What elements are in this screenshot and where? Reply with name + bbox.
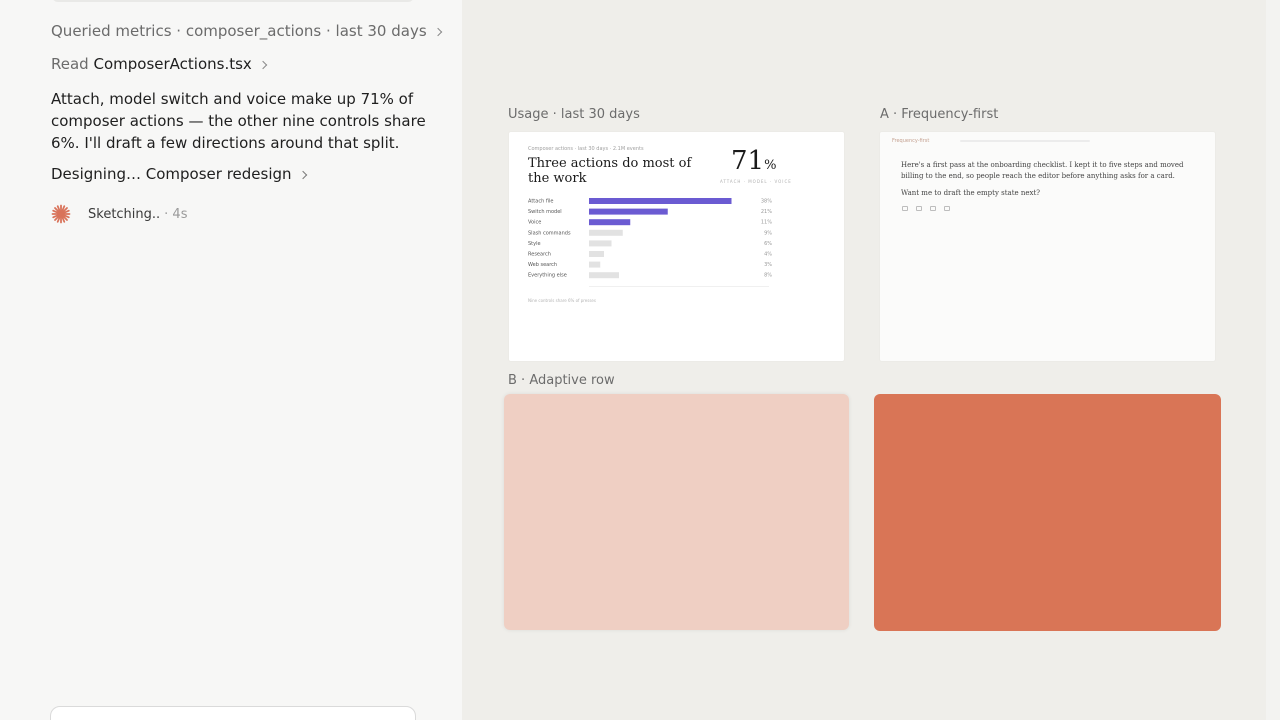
message-actions [902, 206, 950, 211]
chevron-right-icon [298, 170, 307, 179]
sketching-time: · 4s [164, 206, 188, 222]
designing-step[interactable]: Designing… Composer redesign [51, 165, 307, 183]
adaptive-card-light[interactable] [504, 394, 849, 630]
adaptive-card-dark[interactable] [874, 394, 1221, 631]
thumbs-down-icon[interactable] [930, 206, 936, 211]
spark-icon [51, 204, 71, 224]
usage-card[interactable]: Composer actions · last 30 days · 2.1M e… [509, 132, 844, 361]
bar [589, 251, 604, 257]
usage-big-number: 71% [731, 146, 776, 176]
frequency-card-header: Frequency-first [892, 138, 930, 144]
bar-label: Attach file [528, 199, 553, 205]
designing-label: Designing… Composer redesign [51, 165, 292, 183]
bar [589, 208, 668, 215]
adaptive-section-label: B · Adaptive row [508, 373, 615, 388]
bar-value-label: 6% [764, 241, 772, 247]
retry-icon[interactable] [944, 206, 950, 211]
bar-value-label: 38% [761, 199, 772, 205]
bar-value-label: 3% [764, 262, 772, 268]
bar-label: Switch model [528, 209, 562, 215]
header-line [960, 140, 1090, 142]
sketching-label: Sketching.. [88, 206, 161, 222]
queried-metrics-step[interactable]: Queried metrics · composer_actions · las… [51, 22, 442, 40]
bar [589, 219, 631, 226]
bar-value-label: 21% [761, 209, 772, 215]
canvas-panel: Usage · last 30 days A · Frequency-first… [462, 0, 1280, 720]
composer-input[interactable] [50, 706, 416, 720]
usage-bar-chart: Attach file 38% Switch model 21% Voice 11% Sla… [528, 198, 772, 279]
bar [589, 229, 623, 236]
assistant-message: Attach, model switch and voice make up 7… [51, 90, 426, 152]
bar [589, 272, 619, 279]
sketching-status: Sketching.. · 4s [51, 204, 187, 224]
usage-kicker: Composer actions · last 30 days · 2.1M e… [528, 146, 644, 152]
bar-label: Web search [528, 262, 557, 268]
bar-label: Voice [528, 220, 541, 226]
bar-label: Research [528, 252, 551, 258]
chevron-right-icon [258, 60, 268, 69]
bar-value-label: 4% [764, 252, 772, 258]
bar-label: Style [528, 241, 541, 247]
canvas-edge [1266, 0, 1280, 720]
frequency-card-question: Want me to draft the empty state next? [901, 189, 1041, 197]
bar-value-label: 11% [761, 220, 772, 226]
chart-axis [589, 286, 769, 287]
bar-value-label: 9% [764, 230, 772, 236]
usage-footer: Nine controls share 6% of presses [528, 298, 596, 303]
frequency-card-paragraph: Here's a first pass at the onboarding ch… [901, 161, 1184, 180]
bar-label: Slash commands [528, 230, 571, 236]
read-filename: ComposerActions.tsx [93, 55, 252, 73]
usage-title: Three actions do most of the work [528, 156, 692, 186]
frequency-card[interactable]: Frequency-first Here's a first pass at t… [880, 132, 1215, 361]
bar-label: Everything else [528, 273, 567, 279]
copy-icon[interactable] [902, 206, 908, 211]
chevron-right-icon [433, 27, 442, 36]
usage-tags: ATTACH · MODEL · VOICE [720, 179, 792, 184]
read-file-step[interactable]: Read ComposerActions.tsx [51, 55, 268, 73]
queried-metrics-label: Queried metrics · composer_actions · las… [51, 22, 427, 40]
frequency-section-label: A · Frequency-first [880, 107, 999, 122]
thumbs-up-icon[interactable] [916, 206, 922, 211]
big-number-value: 71 [731, 146, 765, 176]
usage-section-label: Usage · last 30 days [508, 107, 640, 122]
bar [589, 198, 732, 204]
bar [589, 261, 601, 268]
chat-panel: Queried metrics · composer_actions · las… [0, 0, 462, 720]
read-prefix: Read [51, 55, 89, 73]
big-number-unit: % [764, 158, 777, 173]
bar-value-label: 8% [764, 273, 772, 279]
scroll-fade [52, 0, 414, 2]
bar [589, 240, 612, 247]
